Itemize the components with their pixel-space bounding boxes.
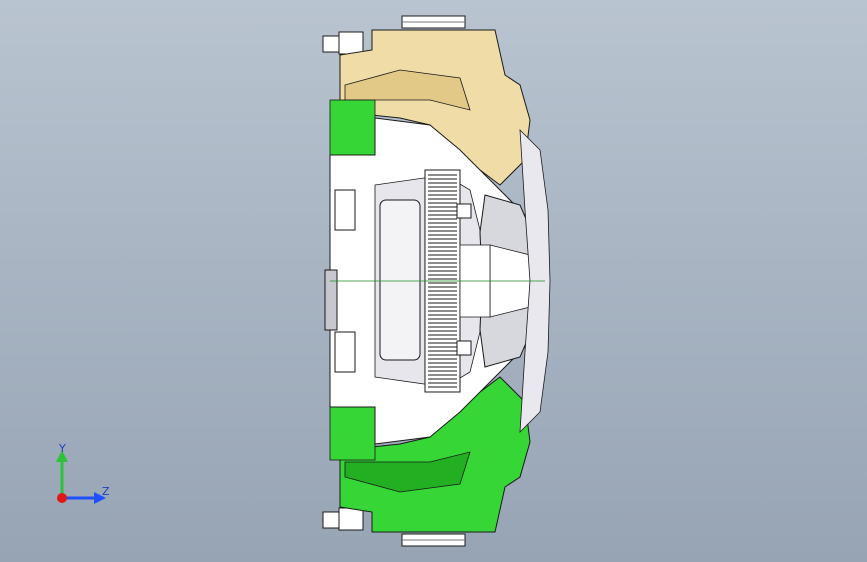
cad-part-model[interactable]	[0, 0, 867, 562]
bottom-tab	[401, 533, 466, 547]
fastener-upper	[456, 203, 472, 219]
center-window	[379, 199, 421, 361]
lower-left-clip	[322, 507, 364, 531]
x-axis-dot	[57, 493, 67, 503]
left-slot-upper	[334, 189, 356, 231]
left-flange	[324, 269, 338, 331]
left-slot-lower	[334, 331, 356, 373]
graphics-viewport[interactable]: Y Z	[0, 0, 867, 562]
y-axis-label: Y	[59, 442, 66, 455]
fastener-lower	[456, 340, 472, 356]
z-axis-label: Z	[102, 485, 110, 498]
triad-arrows	[56, 450, 106, 504]
upper-left-clip	[322, 31, 364, 55]
top-tab	[401, 15, 466, 29]
coordinate-triad: Y Z	[40, 440, 130, 520]
